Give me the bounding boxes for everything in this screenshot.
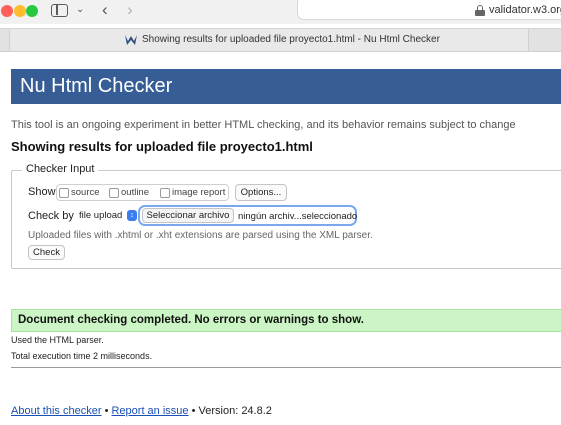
footer: About this checker • Report an issue • V… xyxy=(11,405,272,417)
check-by-label: Check by xyxy=(28,210,74,222)
success-message-box: Document checking completed. No errors o… xyxy=(11,309,561,332)
browser-toolbar: ⌄ ‹ › validator.w3.org xyxy=(0,0,561,24)
options-button[interactable]: Options... xyxy=(235,184,287,201)
check-method-select[interactable]: file upload xyxy=(79,210,122,221)
parser-info: Used the HTML parser. xyxy=(11,335,104,345)
tab-edge-left[interactable] xyxy=(0,29,10,51)
outline-checkbox-label[interactable]: outline xyxy=(121,187,149,198)
outline-checkbox[interactable] xyxy=(109,188,119,198)
lock-icon xyxy=(475,5,485,16)
checker-input-legend: Checker Input xyxy=(22,163,99,175)
success-message: Document checking completed. No errors o… xyxy=(18,314,364,326)
execution-time-info: Total execution time 2 milliseconds. xyxy=(11,351,153,361)
footer-separator: • xyxy=(191,405,196,417)
show-label: Show xyxy=(28,186,56,198)
close-window-button[interactable] xyxy=(1,5,13,17)
tab-edge-right[interactable] xyxy=(528,29,561,51)
sidebar-toggle-icon[interactable] xyxy=(51,4,68,17)
parser-note: Uploaded files with .xhtml or .xht exten… xyxy=(28,230,373,241)
forward-arrow-icon[interactable]: › xyxy=(127,0,133,20)
tab-title[interactable]: Showing results for uploaded file proyec… xyxy=(142,34,440,45)
footer-separator: • xyxy=(104,405,109,417)
page-title: Nu Html Checker xyxy=(20,75,173,97)
report-issue-link[interactable]: Report an issue xyxy=(111,405,188,417)
source-checkbox-label[interactable]: source xyxy=(71,187,100,198)
url-text[interactable]: validator.w3.org xyxy=(489,4,561,16)
results-heading: Showing results for uploaded file proyec… xyxy=(11,139,313,154)
image-report-checkbox-label[interactable]: image report xyxy=(172,187,225,198)
tab-bar: Showing results for uploaded file proyec… xyxy=(0,28,561,52)
check-button[interactable]: Check xyxy=(28,245,65,260)
about-link[interactable]: About this checker xyxy=(11,405,102,417)
image-report-checkbox[interactable] xyxy=(160,188,170,198)
select-chevrons-icon[interactable]: ↕ xyxy=(127,210,137,221)
zoom-window-button[interactable] xyxy=(26,5,38,17)
intro-text: This tool is an ongoing experiment in be… xyxy=(11,119,516,131)
divider xyxy=(11,367,561,368)
version-text: Version: 24.8.2 xyxy=(198,405,272,417)
choose-file-button[interactable]: Seleccionar archivo xyxy=(142,208,234,223)
back-arrow-icon[interactable]: ‹ xyxy=(102,0,108,20)
chevron-down-icon[interactable]: ⌄ xyxy=(76,4,84,15)
file-status-text: ningún archiv...seleccionado xyxy=(238,211,358,222)
source-checkbox[interactable] xyxy=(59,188,69,198)
page-banner: Nu Html Checker xyxy=(11,69,561,104)
minimize-window-button[interactable] xyxy=(14,5,26,17)
w3c-validator-favicon-icon xyxy=(125,35,137,45)
